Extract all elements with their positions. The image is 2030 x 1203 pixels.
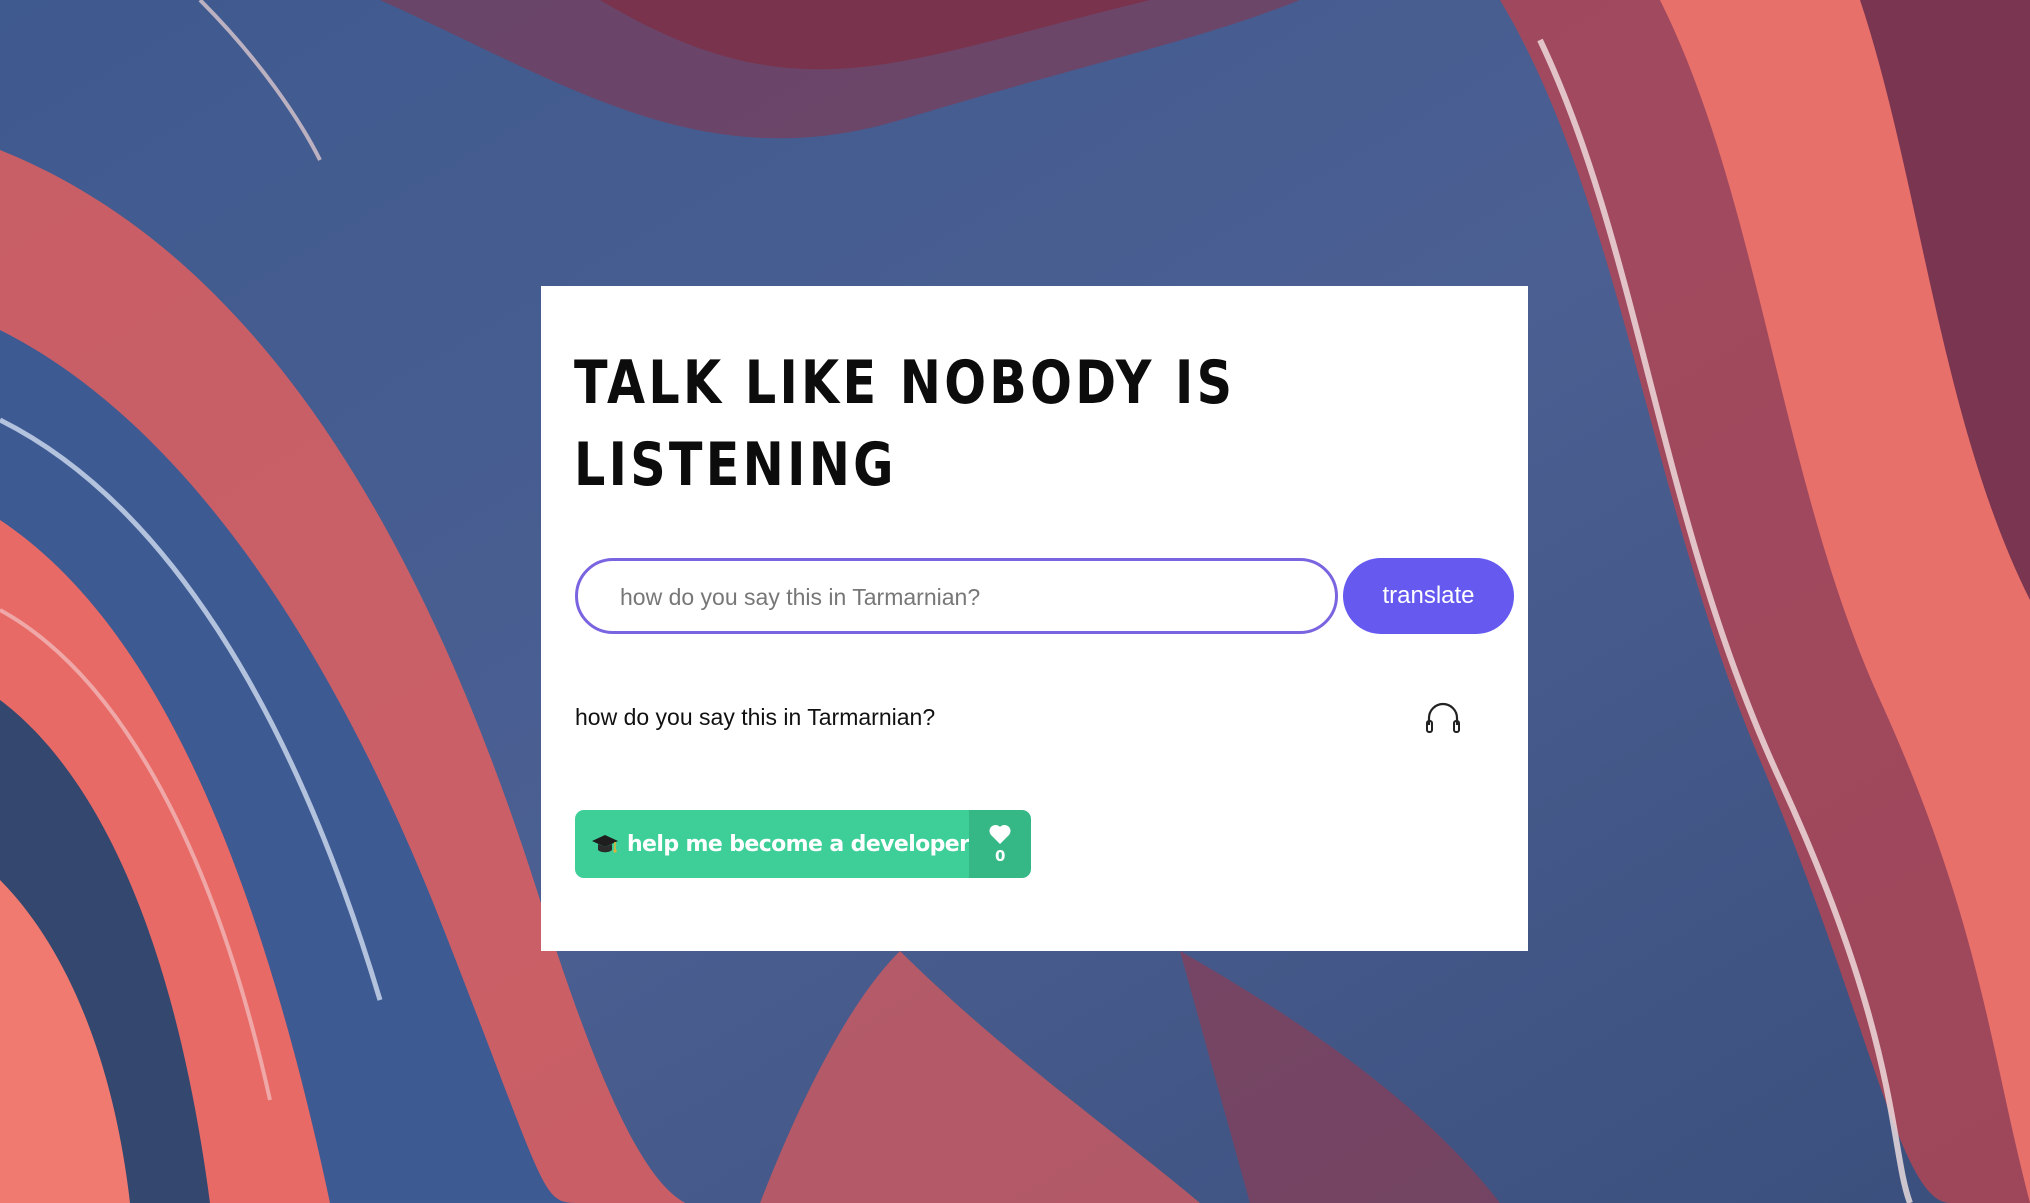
translator-card: Talk like nobody is listening translate … xyxy=(541,286,1528,951)
support-main[interactable]: help me become a developer xyxy=(575,810,970,878)
like-counter[interactable]: 0 xyxy=(969,810,1031,878)
support-button[interactable]: help me become a developer 0 xyxy=(575,810,1031,878)
translation-output: how do you say this in Tarmarnian? xyxy=(575,704,936,730)
like-count: 0 xyxy=(994,847,1006,865)
text-input[interactable] xyxy=(618,561,1302,633)
page-title: Talk like nobody is listening xyxy=(574,348,1236,500)
support-label: help me become a developer xyxy=(627,831,970,857)
graduation-cap-icon xyxy=(592,835,618,853)
headphones-icon[interactable] xyxy=(1423,698,1463,738)
text-input-wrapper[interactable] xyxy=(575,558,1338,634)
translate-button[interactable]: translate xyxy=(1343,558,1514,634)
heart-icon xyxy=(989,824,1011,844)
